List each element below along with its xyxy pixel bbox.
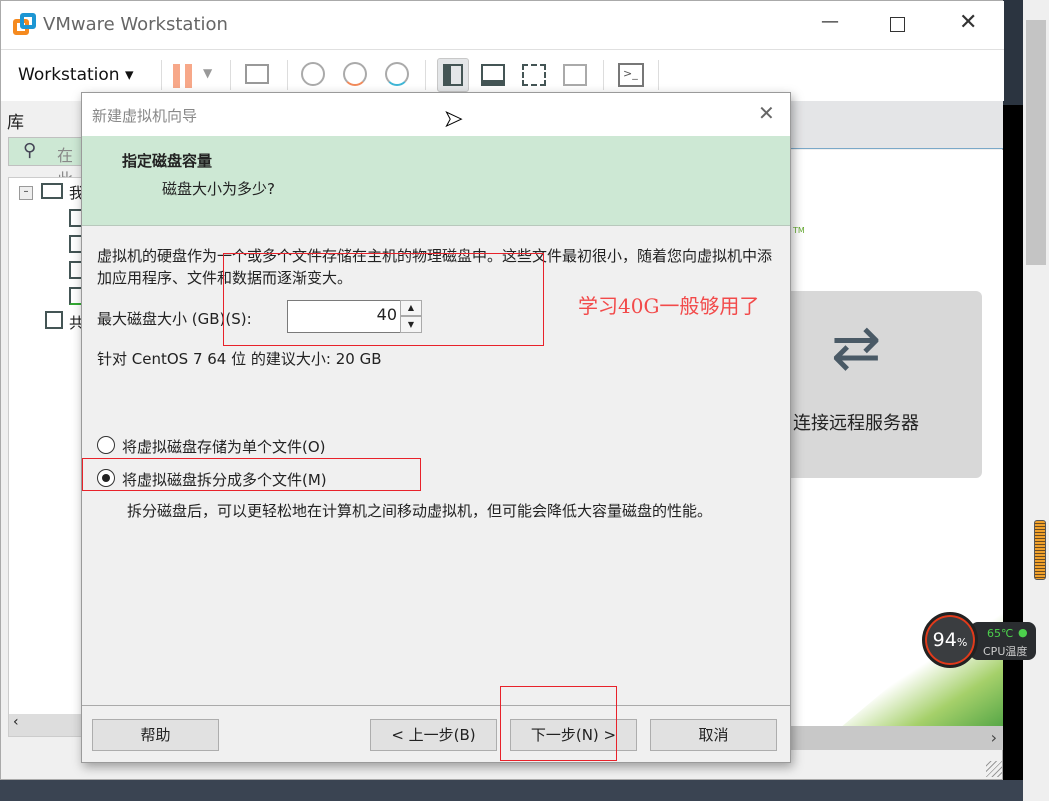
side-scrollbar[interactable] bbox=[1023, 0, 1049, 801]
pause-icon[interactable] bbox=[173, 62, 201, 90]
cpu-temp: 65℃ bbox=[987, 627, 1014, 640]
radio-single-file[interactable] bbox=[97, 436, 115, 454]
app-title: VMware Workstation bbox=[43, 14, 228, 35]
dialog-close-button[interactable]: ✕ bbox=[758, 101, 775, 125]
collapse-icon[interactable]: – bbox=[19, 186, 33, 200]
library-search-input[interactable]: ⚲ 在此 bbox=[8, 137, 88, 189]
library-view-icon[interactable] bbox=[437, 58, 469, 92]
option-single-file-label[interactable]: 将虚拟磁盘存储为单个文件(O) bbox=[122, 436, 326, 457]
recommended-size: 针对 CentOS 7 64 位 的建议大小: 20 GB bbox=[97, 350, 382, 368]
shared-vms-icon bbox=[45, 311, 63, 329]
horizontal-scrollbar[interactable]: ‹ bbox=[9, 714, 87, 736]
minimize-button[interactable]: — bbox=[821, 11, 839, 32]
cpu-usage-unit: % bbox=[956, 636, 968, 649]
step-subheading: 磁盘大小为多少? bbox=[162, 180, 275, 198]
home-tab-bar bbox=[791, 101, 1003, 149]
unity-icon[interactable] bbox=[563, 64, 587, 86]
swap-arrows-icon: ⇄ bbox=[831, 313, 882, 383]
annotation-box-disk-size bbox=[223, 253, 544, 346]
search-icon: ⚲ bbox=[23, 140, 37, 161]
connect-remote-server-button[interactable]: ⇄ 连接远程服务器 bbox=[791, 291, 982, 478]
cpu-usage-gauge: 94% bbox=[922, 612, 978, 668]
help-button[interactable]: 帮助 bbox=[92, 719, 219, 751]
library-tree: – 我 共 ‹ bbox=[8, 177, 88, 737]
vmware-logo-icon bbox=[13, 13, 37, 37]
annotation-box-next bbox=[500, 686, 617, 761]
resize-grip-icon[interactable] bbox=[986, 761, 1002, 777]
snapshot-revert-icon[interactable] bbox=[343, 62, 367, 86]
dialog-header: 指定磁盘容量 磁盘大小为多少? bbox=[82, 136, 790, 226]
taskbar bbox=[0, 780, 1023, 801]
annotation-text: 学习40G一般够用了 bbox=[578, 294, 760, 318]
snapshot-take-icon[interactable] bbox=[301, 62, 325, 86]
mouse-cursor-icon: ➤ bbox=[443, 107, 463, 133]
annotation-box-split bbox=[82, 458, 421, 491]
computer-icon bbox=[41, 183, 63, 199]
library-title: 库 bbox=[7, 113, 24, 133]
connect-remote-label: 连接远程服务器 bbox=[793, 413, 919, 434]
leaf-icon: ● bbox=[1018, 626, 1028, 639]
desktop-black-strip bbox=[1003, 105, 1023, 781]
trademark: TM bbox=[793, 226, 805, 235]
console-view-icon[interactable] bbox=[481, 64, 505, 86]
split-note: 拆分磁盘后，可以更轻松地在计算机之间移动虚拟机，但可能会降低大容量磁盘的性能。 bbox=[127, 502, 713, 520]
dialog-title-bar: 新建虚拟机向导 ✕ ➤ bbox=[82, 93, 790, 136]
volume-slider[interactable] bbox=[1034, 520, 1046, 580]
fullscreen-icon[interactable] bbox=[522, 64, 546, 86]
send-keys-icon[interactable] bbox=[245, 64, 269, 84]
step-heading: 指定磁盘容量 bbox=[122, 152, 213, 170]
dialog-title: 新建虚拟机向导 bbox=[92, 107, 198, 125]
close-button[interactable]: ✕ bbox=[959, 10, 977, 35]
new-vm-wizard-dialog: 新建虚拟机向导 ✕ ➤ 指定磁盘容量 磁盘大小为多少? 虚拟机的硬盘作为一个或多… bbox=[81, 92, 791, 763]
maximize-button[interactable] bbox=[890, 17, 905, 32]
pause-dropdown-icon[interactable]: ▼ bbox=[203, 66, 212, 80]
cpu-temp-label: CPU温度 bbox=[983, 645, 1028, 658]
workstation-menu-label: Workstation bbox=[18, 65, 120, 85]
title-bar: VMware Workstation — ✕ bbox=[1, 1, 1004, 49]
cpu-usage-value: 94 bbox=[932, 629, 957, 651]
cancel-button[interactable]: 取消 bbox=[650, 719, 777, 751]
horizontal-scrollbar[interactable]: › bbox=[791, 726, 1003, 750]
terminal-icon[interactable]: >_ bbox=[618, 63, 644, 87]
back-button[interactable]: < 上一步(B) bbox=[370, 719, 497, 751]
footer-divider bbox=[82, 705, 790, 706]
snapshot-manager-icon[interactable] bbox=[385, 62, 409, 86]
workstation-menu[interactable]: Workstation ▾ bbox=[18, 65, 134, 85]
cpu-widget: 94% 65℃ ● CPU温度 bbox=[920, 612, 1037, 668]
